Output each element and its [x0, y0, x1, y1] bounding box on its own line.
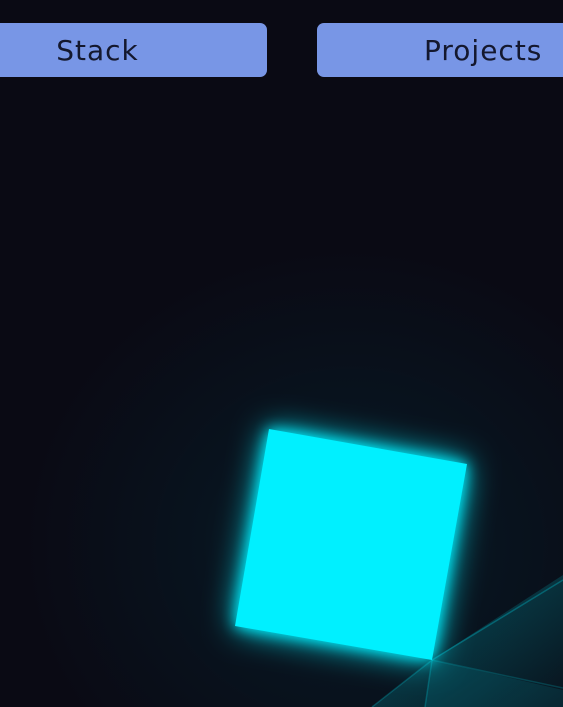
projects-button[interactable]: Projects	[317, 23, 563, 77]
hero-canvas: Stack Projects	[0, 0, 563, 707]
cube-scene	[235, 429, 563, 707]
projects-button-label: Projects	[424, 33, 543, 67]
stack-button-label: Stack	[56, 33, 139, 67]
stack-button[interactable]: Stack	[0, 23, 267, 77]
glowing-cube	[235, 429, 467, 660]
